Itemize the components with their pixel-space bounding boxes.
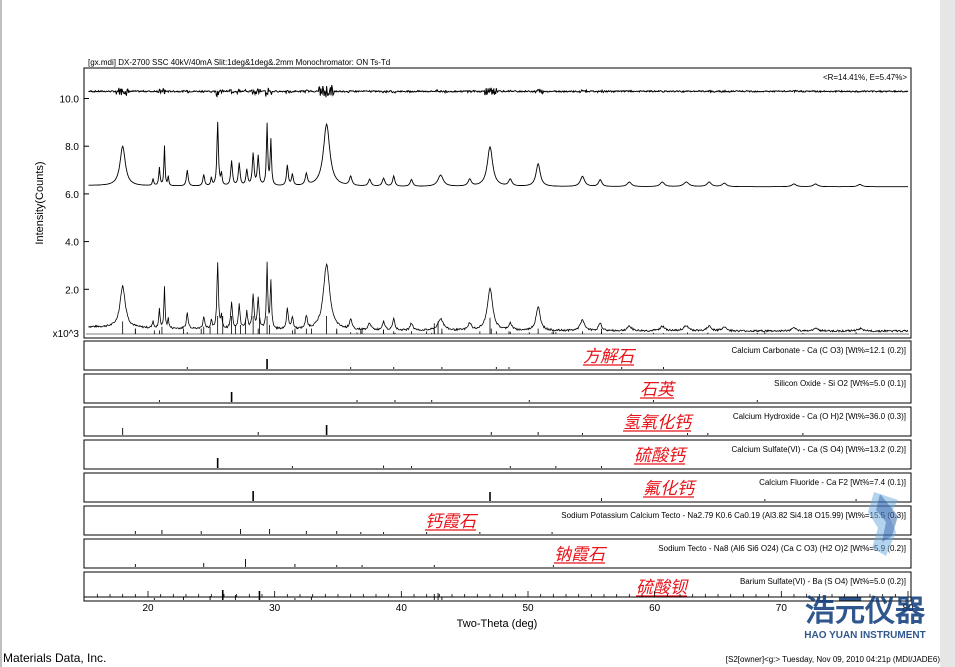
phase-name-cn: 钙霞石 [425,512,479,532]
vendor-text: Materials Data, Inc. [3,651,106,665]
window-scroll-strip [940,0,955,667]
xrd-figure: [gx.mdi] DX-2700 SSC 40kV/40mA Slit:1deg… [0,0,955,667]
phase-label: Sodium Potassium Calcium Tecto - Na2.79 … [561,511,906,520]
residual-trace [88,84,909,98]
scan-info-text: [gx.mdi] DX-2700 SSC 40kV/40mA Slit:1deg… [88,58,390,67]
y-tick-label: 8.0 [65,142,79,153]
phase-panel: Sodium Potassium Calcium Tecto - Na2.79 … [83,505,912,536]
watermark-brand-en: HAO YUAN INSTRUMENT [804,630,925,641]
x-tick-label: 40 [396,603,408,614]
fit-stats-text: <R=14.41%, E=5.47%> [823,73,907,82]
phase-label: Sodium Tecto - Na8 (Al6 Si6 O24) (Ca C O… [658,544,906,553]
y-unit-label: x10^3 [53,329,80,340]
y-tick-label: 10.0 [60,95,80,106]
fitted-trace [88,121,908,188]
y-axis-title: Intensity(Counts) [34,161,46,244]
phase-label: Calcium Sulfate(VI) - Ca (S O4) [Wt%=13.… [732,445,907,454]
main-plot-frame [83,67,912,339]
phase-panel: Calcium Fluoride - Ca F2 [Wt%=7.4 (0.1)]… [83,472,912,503]
phase-panels: Calcium Carbonate - Ca (C O3) [Wt%=12.1 … [83,340,912,602]
y-tick-label: 4.0 [65,238,79,249]
phase-name-cn: 石英 [640,380,676,400]
x-tick-label: 30 [269,603,281,614]
traces-layer [86,84,909,335]
x-tick-label: 20 [142,603,154,614]
watermark-brand-cn: 浩元仪器 [805,594,926,629]
phase-label: Calcium Carbonate - Ca (C O3) [Wt%=12.1 … [731,346,906,355]
status-text: [S2[owner]<g:> Tuesday, Nov 09, 2010 04:… [726,655,941,664]
phase-name-cn: 方解石 [583,347,637,367]
y-axis: 2.0 4.0 6.0 8.0 10.0 [60,95,89,296]
phase-label: Silicon Oxide - Si O2 [Wt%=5.0 (0.1)] [774,379,906,388]
phase-name-cn: 氢氧化钙 [623,413,694,433]
phase-panel: Calcium Sulfate(VI) - Ca (S O4) [Wt%=13.… [83,439,912,470]
phase-label: Barium Sulfate(VI) - Ba (S O4) [Wt%=5.0 … [740,577,906,586]
phase-name-cn: 钠霞石 [554,545,608,565]
phase-label: Calcium Fluoride - Ca F2 [Wt%=7.4 (0.1)] [759,478,906,487]
phase-panel: Calcium Carbonate - Ca (C O3) [Wt%=12.1 … [83,340,912,371]
phase-panel: Silicon Oxide - Si O2 [Wt%=5.0 (0.1)] 石英 [83,373,912,404]
phase-label: Calcium Hydroxide - Ca (O H)2 [Wt%=36.0 … [733,412,906,421]
measured-trace [88,261,909,333]
phase-name-cn: 氟化钙 [643,479,697,499]
y-tick-label: 2.0 [65,285,79,296]
phase-panel: Calcium Hydroxide - Ca (O H)2 [Wt%=36.0 … [83,406,912,437]
x-tick-label: 50 [522,603,534,614]
x-tick-label: 70 [776,603,788,614]
phase-name-cn: 硫酸钡 [636,578,689,598]
x-axis-title: Two-Theta (deg) [457,618,538,630]
x-tick-label: 60 [649,603,661,614]
phase-panel: Sodium Tecto - Na8 (Al6 Si6 O24) (Ca C O… [83,538,912,569]
y-tick-label: 6.0 [65,190,79,201]
phase-name-cn: 硫酸钙 [634,446,688,466]
